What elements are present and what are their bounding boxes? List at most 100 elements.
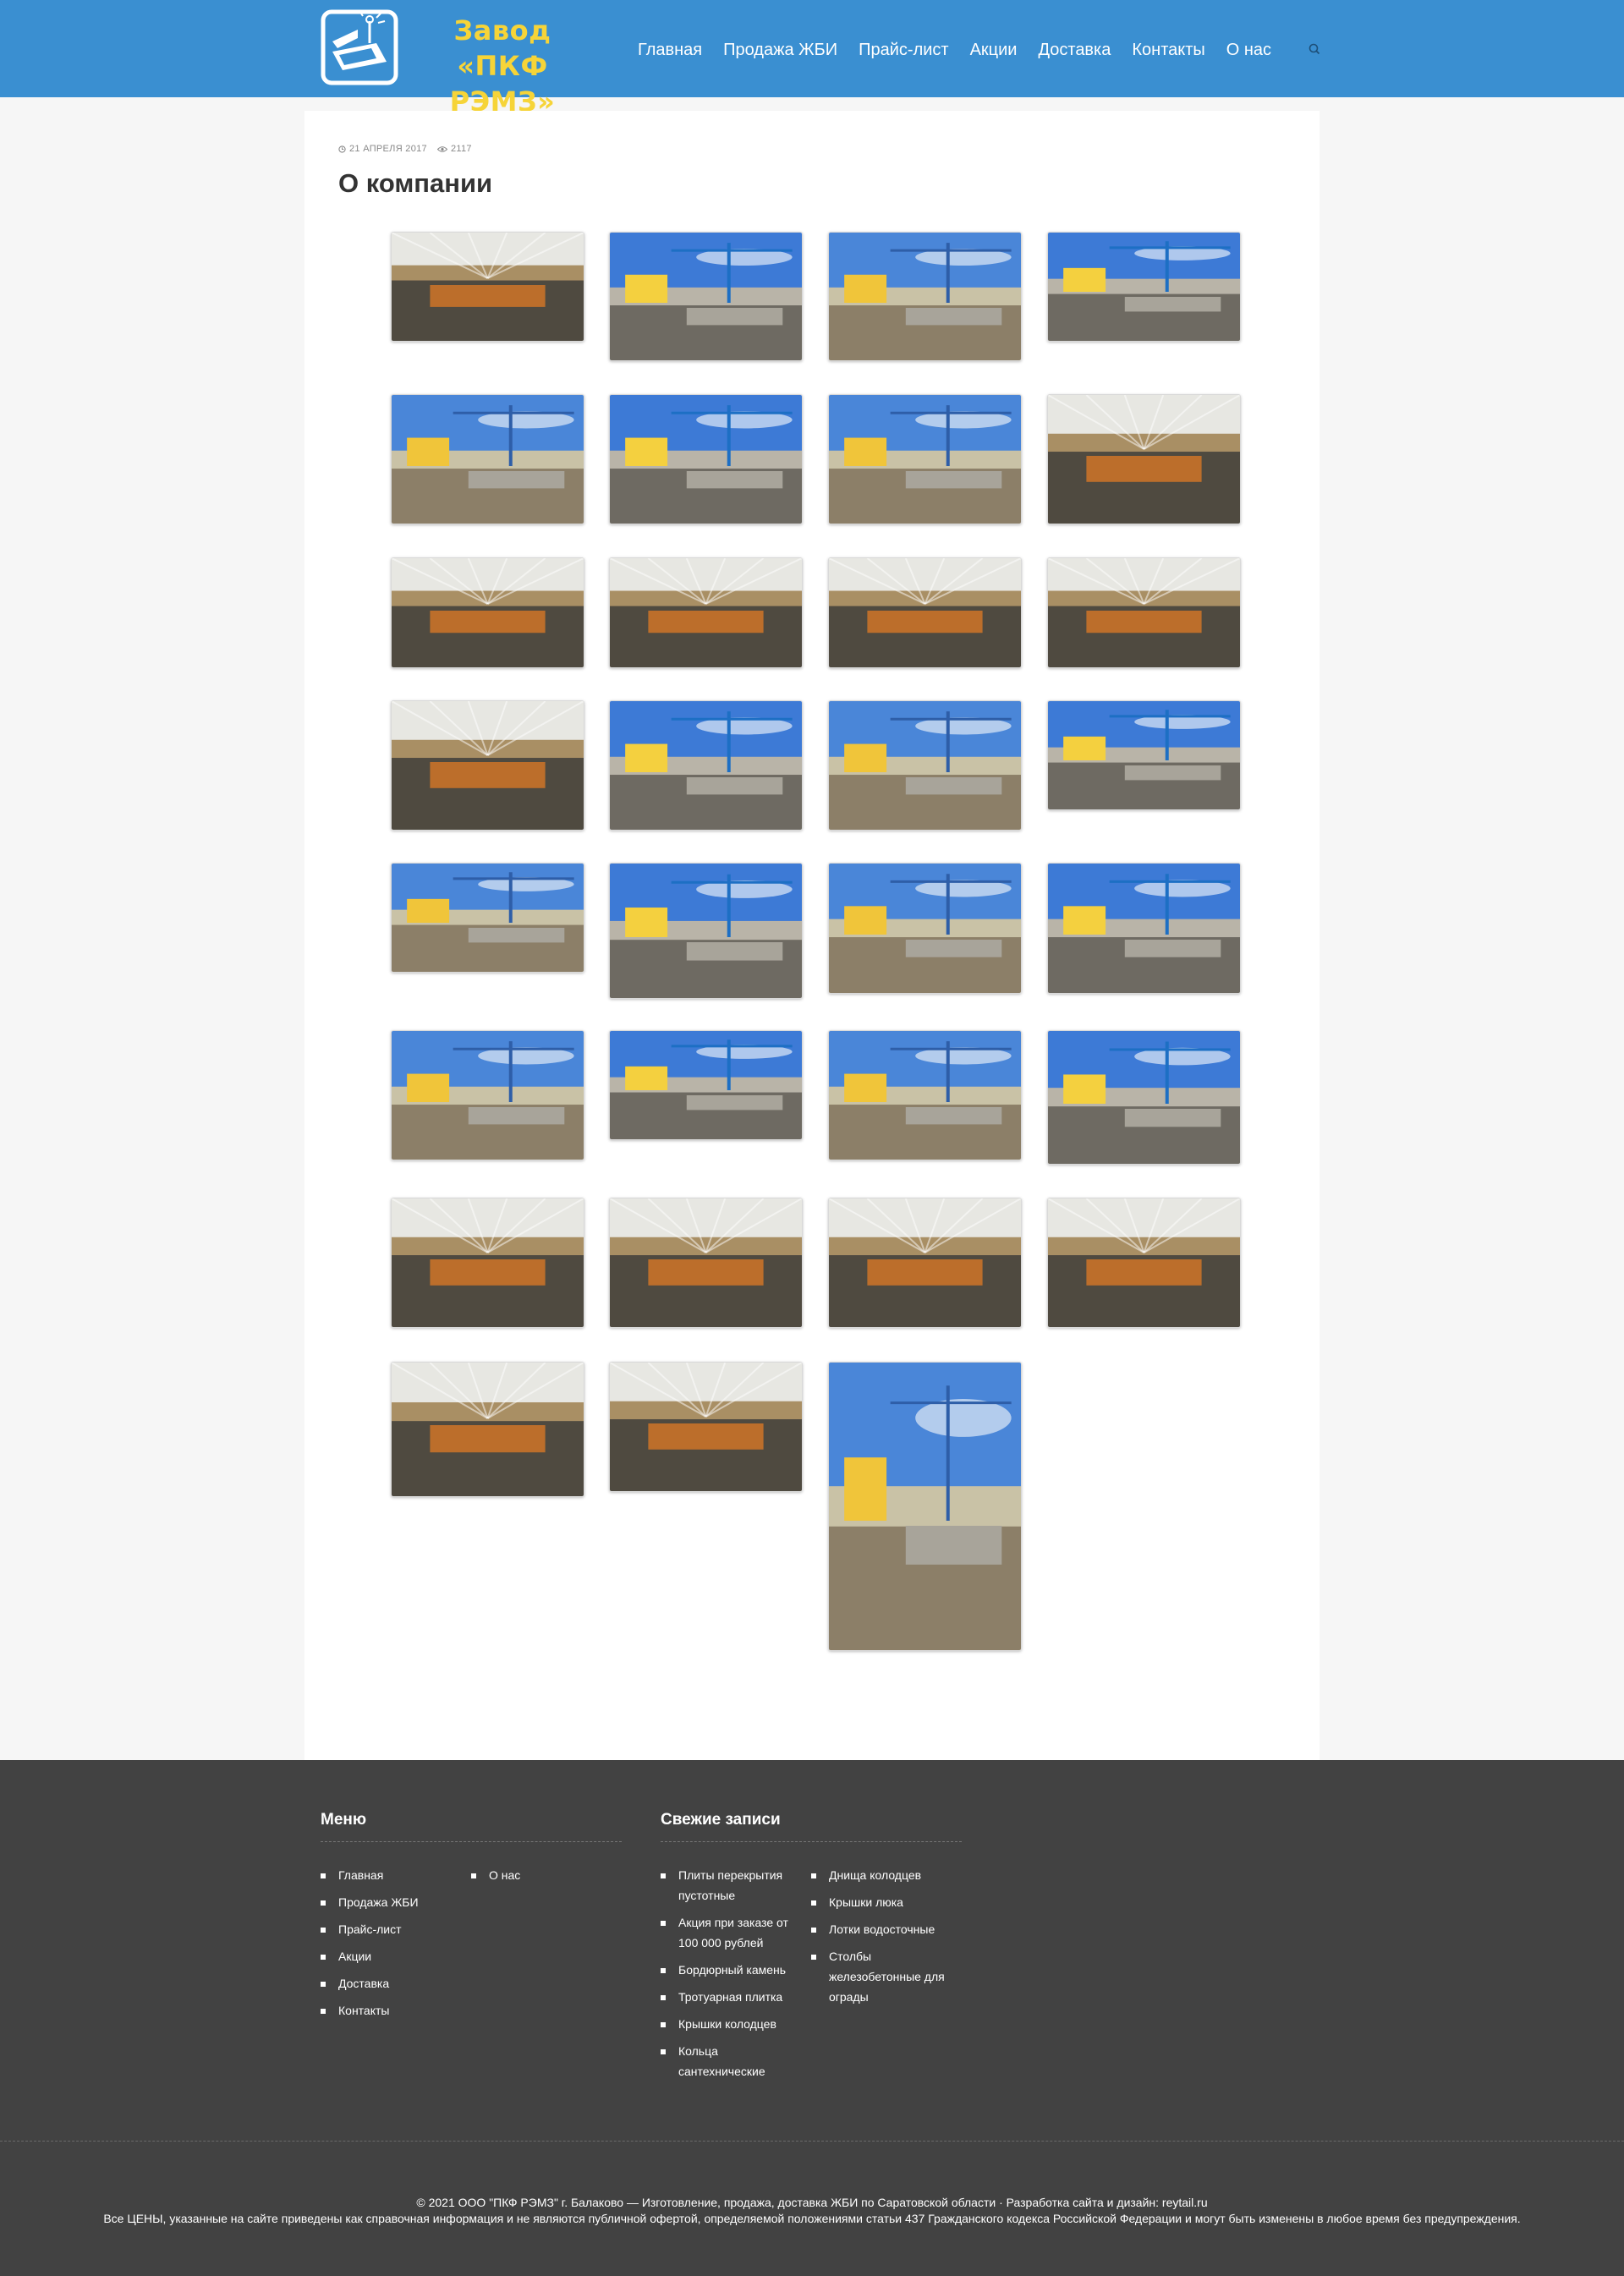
gallery-photo-red-crane-shop[interactable]	[828, 1198, 1022, 1328]
footer-post-item[interactable]: Плиты перекрытия пустотные	[661, 1865, 803, 1906]
nav-home[interactable]: Главная	[638, 41, 702, 60]
footer-recent-posts-widget: Свежие записи Плиты перекрытия пустотные…	[661, 1811, 962, 2115]
footer-menu-link[interactable]: Главная	[338, 1868, 383, 1882]
footer-post-link[interactable]: Столбы железобетонные для ограды	[829, 1950, 945, 2004]
footer-menu-item[interactable]: Акции	[321, 1946, 464, 1966]
footer-post-link[interactable]: Крышки колодцев	[678, 2017, 776, 2031]
footer-menu-link[interactable]: Акции	[338, 1950, 371, 1963]
footer-post-item[interactable]: Лотки водосточные	[811, 1919, 955, 1939]
photo-image	[1048, 1198, 1240, 1327]
photo-image	[610, 558, 802, 667]
gallery-photo-well-rings-silo[interactable]	[1047, 863, 1241, 994]
gallery-photo-workshop-floor[interactable]	[609, 557, 803, 668]
footer-post-link[interactable]: Плиты перекрытия пустотные	[678, 1868, 782, 1902]
gallery-photo-workshop-wide[interactable]	[828, 557, 1022, 668]
gallery-photo-orange-machine[interactable]	[609, 1198, 803, 1328]
photo-image	[392, 1363, 584, 1496]
post-meta: 21 АПРЕЛЯ 2017 2117	[338, 144, 482, 154]
footer-post-item[interactable]: Тротуарная плитка	[661, 1987, 803, 2007]
site-logo[interactable]: Завод «ПКФ РЭМЗ»	[321, 9, 600, 118]
gallery-photo-sand-plant[interactable]	[1047, 1030, 1241, 1165]
photo-image	[610, 1198, 802, 1327]
gallery-photo-tower-crane-building[interactable]	[391, 394, 584, 524]
gallery-photo-workshop-interior[interactable]	[1047, 394, 1241, 524]
footer-menu-link[interactable]: Прайс-лист	[338, 1922, 402, 1936]
footer-menu-item[interactable]: Прайс-лист	[321, 1919, 464, 1939]
footer-post-link[interactable]: Крышки люка	[829, 1895, 903, 1909]
photo-image	[610, 701, 802, 830]
gallery-photo-tower-crane-building-2[interactable]	[828, 394, 1022, 524]
photo-image	[610, 233, 802, 360]
gallery-photo-factory-building-yellow[interactable]	[609, 232, 803, 361]
footer-post-link[interactable]: Акция при заказе от 100 000 рублей	[678, 1916, 788, 1950]
footer-post-link[interactable]: Бордюрный камень	[678, 1963, 786, 1977]
footer-posts-title: Свежие записи	[661, 1811, 962, 1842]
photo-image	[392, 701, 584, 830]
photo-image	[1048, 558, 1240, 667]
gallery-photo-gantry-crane-rails[interactable]	[1047, 700, 1241, 810]
nav-prices[interactable]: Прайс-лист	[859, 41, 948, 60]
gallery-photo-stacked-slabs[interactable]	[609, 1030, 803, 1140]
footer-post-item[interactable]: Бордюрный камень	[661, 1960, 803, 1980]
nav-about[interactable]: О нас	[1226, 41, 1271, 60]
footer-menu-link[interactable]: Контакты	[338, 2004, 389, 2017]
search-icon[interactable]	[1306, 41, 1323, 58]
footer-menu-link[interactable]: Продажа ЖБИ	[338, 1895, 419, 1909]
nav-contacts[interactable]: Контакты	[1132, 41, 1204, 60]
developer-link[interactable]: reytail.ru	[1162, 2196, 1208, 2209]
gallery-photo-office-reception[interactable]	[391, 232, 584, 342]
gallery-photo-gantry-crane-sky[interactable]	[828, 700, 1022, 831]
copyright: © 2021 ООО "ПКФ РЭМЗ" г. Балаково — Изго…	[0, 2195, 1624, 2227]
footer-post-item[interactable]: Крышки люка	[811, 1892, 955, 1912]
gallery-photo-silos-crane[interactable]	[828, 863, 1022, 994]
footer-post-link[interactable]: Кольца сантехнические	[678, 2044, 765, 2078]
gallery-photo-gantry-crane-yard[interactable]	[1047, 232, 1241, 342]
footer-menu-link[interactable]: О нас	[489, 1868, 520, 1882]
footer-post-item[interactable]: Днища колодцев	[811, 1865, 955, 1885]
gallery-photo-sand-pile-building[interactable]	[828, 1030, 1022, 1160]
copyright-line: © 2021 ООО "ПКФ РЭМЗ" г. Балаково — Изго…	[0, 2195, 1624, 2211]
gallery-photo-gantry-crane-blue[interactable]	[391, 863, 584, 973]
photo-image	[610, 1363, 802, 1491]
gallery-photo-cement-silos[interactable]	[609, 863, 803, 999]
gallery-photo-tall-crane[interactable]	[828, 1362, 1022, 1651]
nav-promo[interactable]: Акции	[970, 41, 1018, 60]
footer-post-item[interactable]: Акция при заказе от 100 000 рублей	[661, 1912, 803, 1953]
photo-image	[392, 1198, 584, 1327]
gallery-photo-concrete-blocks[interactable]	[609, 1362, 803, 1492]
gallery-photo-block-machine[interactable]	[391, 1362, 584, 1497]
nav-delivery[interactable]: Доставка	[1038, 41, 1111, 60]
footer-menu-item[interactable]: Доставка	[321, 1973, 464, 1994]
footer-post-link[interactable]: Днища колодцев	[829, 1868, 921, 1882]
footer-menu-item[interactable]: Контакты	[321, 2000, 464, 2021]
gallery-photo-blue-shop-interior[interactable]	[1047, 1198, 1241, 1328]
footer-post-item[interactable]: Кольца сантехнические	[661, 2041, 803, 2081]
footer-posts-col1: Плиты перекрытия пустотные Акция при зак…	[661, 1865, 803, 2088]
footer-menu-item[interactable]: Главная	[321, 1865, 464, 1885]
footer-post-item[interactable]: Столбы железобетонные для ограды	[811, 1946, 955, 2007]
photo-image	[610, 395, 802, 524]
gallery-photo-orange-racks[interactable]	[391, 1198, 584, 1328]
gallery-photo-tower-crane-yard[interactable]	[828, 232, 1022, 361]
photo-image	[392, 558, 584, 667]
footer-menu-link[interactable]: Доставка	[338, 1977, 389, 1990]
clock-icon	[338, 145, 346, 153]
photo-image	[829, 701, 1021, 830]
gallery-photo-well-rings-yard[interactable]	[391, 1030, 584, 1160]
photo-image	[610, 864, 802, 998]
nav-sale[interactable]: Продажа ЖБИ	[723, 41, 837, 60]
gallery-photo-workshop-yellow-crane[interactable]	[1047, 557, 1241, 668]
gallery-photo-workshop-windows[interactable]	[391, 700, 584, 831]
photo-image	[392, 233, 584, 341]
footer-post-link[interactable]: Тротуарная плитка	[678, 1990, 782, 2004]
footer-menu-item[interactable]: Продажа ЖБИ	[321, 1892, 464, 1912]
gallery-photo-yard-slabs-gantry[interactable]	[609, 700, 803, 831]
footer-post-link[interactable]: Лотки водосточные	[829, 1922, 935, 1936]
post-views: 2117	[436, 144, 472, 154]
gallery-photo-workshop-crane[interactable]	[391, 557, 584, 668]
footer-menu-item[interactable]: О нас	[471, 1865, 615, 1885]
gallery-photo-tower-crane-slabs[interactable]	[609, 394, 803, 524]
footer-menu-widget: Меню Главная Продажа ЖБИ Прайс-лист Акци…	[321, 1811, 622, 2065]
footer-post-item[interactable]: Крышки колодцев	[661, 2014, 803, 2034]
photo-image	[829, 1363, 1021, 1650]
